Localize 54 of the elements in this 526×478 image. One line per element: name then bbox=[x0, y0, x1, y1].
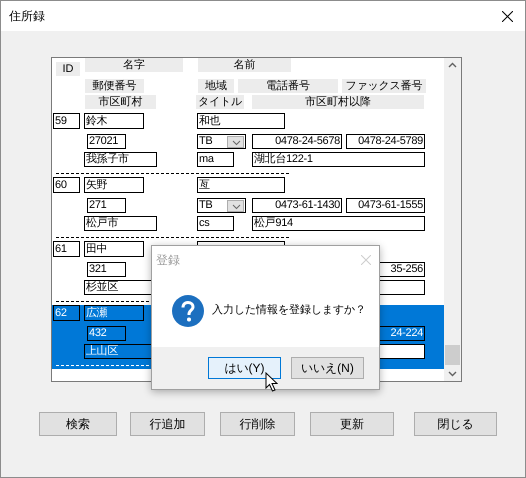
action-button[interactable]: 行削除 bbox=[220, 412, 295, 436]
text-field[interactable]: 松戸914 bbox=[252, 216, 425, 231]
column-label: ID bbox=[56, 62, 80, 76]
column-label: 市区町村 bbox=[85, 95, 156, 109]
column-label: 名字 bbox=[85, 58, 183, 72]
dialog-title: 登録 bbox=[156, 252, 180, 269]
column-label: 地域 bbox=[198, 79, 234, 93]
text-field[interactable]: 田中 bbox=[84, 241, 144, 257]
text-field[interactable]: 0473-61-1555 bbox=[346, 198, 425, 213]
text-field[interactable]: 和也 bbox=[197, 113, 285, 129]
text-field[interactable]: 我孫子市 bbox=[84, 152, 157, 167]
column-label: 市区町村以降 bbox=[252, 95, 424, 109]
action-button[interactable]: 更新 bbox=[310, 412, 394, 436]
text-field[interactable]: 広瀬 bbox=[84, 305, 144, 321]
text-field[interactable]: 321 bbox=[87, 262, 126, 277]
text-field[interactable]: cs bbox=[197, 216, 234, 231]
text-field[interactable]: 59 bbox=[53, 113, 80, 129]
action-button[interactable]: 閉じる bbox=[414, 412, 497, 436]
dialog-button[interactable]: はい(Y) bbox=[208, 357, 281, 379]
scroll-thumb[interactable] bbox=[445, 345, 460, 365]
region-dropdown[interactable]: TB bbox=[197, 134, 246, 149]
scroll-down-icon[interactable] bbox=[448, 371, 457, 377]
scrollbar[interactable] bbox=[444, 58, 461, 381]
text-field[interactable]: 亙 bbox=[197, 177, 285, 193]
text-field[interactable]: 鈴木 bbox=[84, 113, 144, 129]
text-field[interactable]: ma bbox=[197, 152, 234, 167]
text-field[interactable]: 432 bbox=[87, 326, 126, 341]
action-button[interactable]: 検索 bbox=[39, 412, 117, 436]
dropdown-button[interactable] bbox=[227, 136, 244, 148]
question-icon bbox=[172, 294, 204, 326]
close-icon[interactable] bbox=[502, 10, 513, 22]
text-field[interactable]: 271 bbox=[87, 198, 126, 213]
text-field[interactable]: 矢野 bbox=[84, 177, 144, 193]
column-label: ファックス番号 bbox=[342, 79, 426, 93]
dialog-message: 入力した情報を登録しますか？ bbox=[212, 303, 366, 318]
text-field[interactable]: 松戸市 bbox=[84, 216, 157, 231]
text-field[interactable]: 60 bbox=[53, 177, 80, 193]
text-field[interactable]: 0478-24-5678 bbox=[252, 134, 342, 149]
text-field[interactable]: 61 bbox=[53, 241, 80, 257]
window-title: 住所録 bbox=[9, 8, 45, 25]
scroll-up-icon[interactable] bbox=[448, 62, 457, 68]
dialog-button[interactable]: いいえ(N) bbox=[291, 357, 364, 379]
action-button[interactable]: 行追加 bbox=[130, 412, 205, 436]
column-label: タイトル bbox=[196, 95, 244, 109]
text-field[interactable]: 0478-24-5789 bbox=[346, 134, 425, 149]
text-field[interactable]: 62 bbox=[53, 305, 80, 321]
text-field[interactable]: 湖北台122-1 bbox=[252, 152, 425, 167]
dropdown-button[interactable] bbox=[227, 200, 244, 212]
column-label: 電話番号 bbox=[238, 79, 338, 93]
column-label: 名前 bbox=[198, 58, 291, 72]
text-field[interactable]: 0473-61-1430 bbox=[252, 198, 342, 213]
region-dropdown[interactable]: TB bbox=[197, 198, 246, 213]
text-field[interactable]: 27021 bbox=[87, 134, 126, 149]
column-label: 郵便番号 bbox=[85, 79, 144, 93]
